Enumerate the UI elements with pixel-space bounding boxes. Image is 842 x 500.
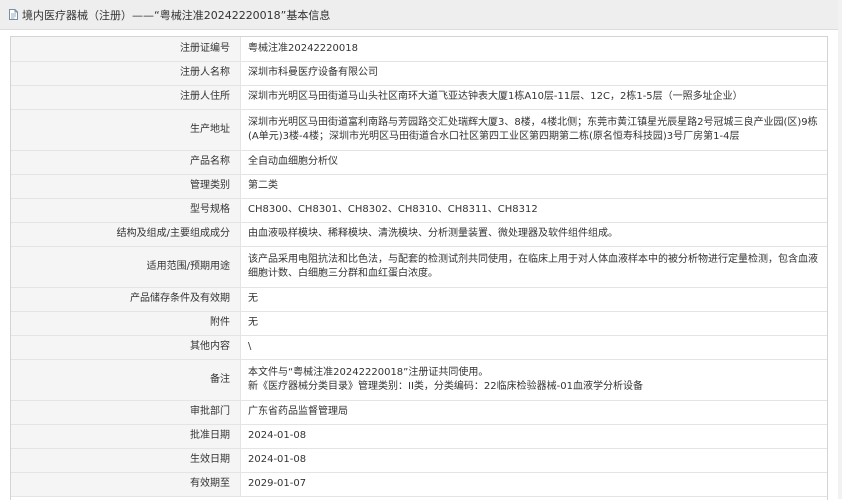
row-value: 无	[240, 311, 827, 336]
row-label: 产品储存条件及有效期	[11, 287, 241, 312]
row-value: 深圳市科曼医疗设备有限公司	[240, 61, 827, 86]
row-value: 第二类	[240, 174, 827, 199]
row-value: 全自动血细胞分析仪	[240, 150, 827, 175]
row-value: 该产品采用电阻抗法和比色法，与配套的检测试剂共同使用，在临床上用于对人体血液样本…	[240, 246, 827, 288]
row-label: 注册证编号	[11, 37, 241, 62]
scrollbar[interactable]	[838, 0, 842, 499]
row-label: 审批部门	[11, 400, 241, 425]
row-value: 无	[240, 287, 827, 312]
row-value: 广东省药品监督管理局	[240, 400, 827, 425]
row-value: 深圳市光明区马田街道马山头社区南环大道飞亚达钟表大厦1栋A10层-11层、12C…	[240, 85, 827, 110]
row-value: 2024-01-08	[240, 448, 827, 473]
table-row: 管理类别 第二类	[11, 174, 827, 199]
row-label: 批准日期	[11, 424, 241, 449]
row-value: \	[240, 335, 827, 360]
row-value: 由血液吸样模块、稀释模块、清洗模块、分析测量装置、微处理器及软件组件组成。	[240, 222, 827, 247]
row-label: 附件	[11, 311, 241, 336]
table-row: 有效期至 2029-01-07	[11, 472, 827, 497]
table-row: 型号规格 CH8300、CH8301、CH8302、CH8310、CH8311、C…	[11, 198, 827, 223]
row-value: 粤械注准20242220018	[240, 37, 827, 62]
row-label: 备注	[11, 359, 241, 401]
row-label: 注册人住所	[11, 85, 241, 110]
table-row: 注册人名称 深圳市科曼医疗设备有限公司	[11, 61, 827, 86]
table-row: 产品储存条件及有效期无	[11, 287, 827, 312]
table-row: 备注 本文件与“粤械注准20242220018”注册证共同使用。 新《医疗器械分类…	[11, 359, 827, 401]
table-row: 适用范围/预期用途 该产品采用电阻抗法和比色法，与配套的检测试剂共同使用，在临床上…	[11, 246, 827, 288]
details-table: 注册证编号 粤械注准20242220018 注册人名称 深圳市科曼医疗设备有限公司 注册…	[11, 37, 827, 497]
row-label: 产品名称	[11, 150, 241, 175]
table-row: 产品名称 全自动血细胞分析仪	[11, 150, 827, 175]
row-label: 其他内容	[11, 335, 241, 360]
details-panel: 注册证编号 粤械注准20242220018 注册人名称 深圳市科曼医疗设备有限公司 注册…	[10, 36, 828, 500]
row-label: 结构及组成/主要组成成分	[11, 222, 241, 247]
row-value: 2029-01-07	[240, 472, 827, 497]
table-row: 生效日期 2024-01-08	[11, 448, 827, 473]
row-label: 生效日期	[11, 448, 241, 473]
row-value: 深圳市光明区马田街道富利南路与芳园路交汇处瑞辉大厦3、8楼，4楼北侧；东莞市黄江…	[240, 109, 827, 151]
row-value: CH8300、CH8301、CH8302、CH8310、CH8311、CH831…	[240, 198, 827, 223]
table-row: 注册人住所 深圳市光明区马田街道马山头社区南环大道飞亚达钟表大厦1栋A10层-11…	[11, 85, 827, 110]
row-label: 生产地址	[11, 109, 241, 151]
row-value: 本文件与“粤械注准20242220018”注册证共同使用。 新《医疗器械分类目录…	[240, 359, 827, 401]
row-label: 有效期至	[11, 472, 241, 497]
row-value: 2024-01-08	[240, 424, 827, 449]
row-label: 注册人名称	[11, 61, 241, 86]
table-row: 附件无	[11, 311, 827, 336]
row-label: 适用范围/预期用途	[11, 246, 241, 288]
document-icon	[9, 9, 18, 20]
table-row: 批准日期 2024-01-08	[11, 424, 827, 449]
row-label: 型号规格	[11, 198, 241, 223]
table-row: 其他内容 \	[11, 335, 827, 360]
row-label: 管理类别	[11, 174, 241, 199]
table-row: 审批部门 广东省药品监督管理局	[11, 400, 827, 425]
page-title: 境内医疗器械（注册）——“粤械注准20242220018”基本信息	[22, 8, 331, 22]
page-header: 境内医疗器械（注册）——“粤械注准20242220018”基本信息	[0, 0, 838, 30]
table-row: 结构及组成/主要组成成分 由血液吸样模块、稀释模块、清洗模块、分析测量装置、微处理…	[11, 222, 827, 247]
table-row: 注册证编号 粤械注准20242220018	[11, 37, 827, 62]
table-row: 生产地址 深圳市光明区马田街道富利南路与芳园路交汇处瑞辉大厦3、8楼，4楼北侧；东…	[11, 109, 827, 151]
